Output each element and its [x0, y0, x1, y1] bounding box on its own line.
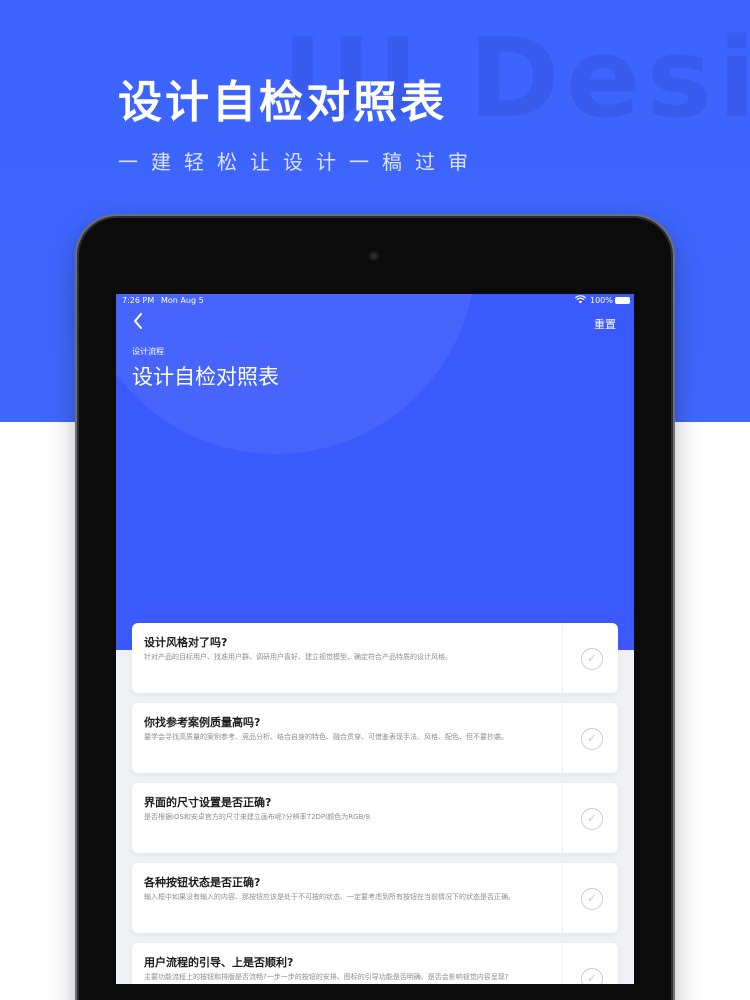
checklist-card[interactable]: 用户流程的引导、上是否顺利? 主要功能流程上的按钮和排版是否流畅?一步一步的按钮… [132, 943, 618, 984]
checklist-question: 各种按钮状态是否正确? [144, 876, 261, 889]
status-date: Mon Aug 5 [161, 296, 204, 305]
checklist-description: 要学会寻找高质量的案例参考、竞品分析、结合自身的特色、融合贯穿、可借鉴表现手法、… [144, 733, 508, 741]
check-circle-icon[interactable]: ✓ [581, 808, 603, 830]
checklist-question: 你找参考案例质量高吗? [144, 716, 261, 729]
hero-subtitle: 一建轻松让设计一稿过审 [118, 150, 481, 174]
checklist-question: 设计风格对了吗? [144, 636, 228, 649]
checklist-description: 是否根据iOS和安卓官方的尺寸来建立画布呢?分辨率72DPI颜色为RGB/8 [144, 813, 371, 821]
checklist-description: 针对产品的目标用户、找准用户群、调研用户喜好、建立视觉模型、确定符合产品特质的设… [144, 653, 452, 661]
status-time: 7:26 PM [122, 296, 155, 305]
screen-header-background [116, 294, 634, 650]
check-circle-icon[interactable]: ✓ [581, 648, 603, 670]
checklist-description: 输入框中如果没有输入的内容、那按钮应该是处于不可按的状态、一定要考虑到所有按钮在… [144, 893, 515, 901]
page-title: 设计自检对照表 [132, 365, 279, 389]
wifi-icon [574, 295, 587, 307]
status-bar: 7:26 PM Mon Aug 5 100% [116, 294, 634, 308]
breadcrumb: 设计流程 [132, 347, 164, 356]
camera-icon [369, 251, 379, 261]
back-button[interactable] [132, 312, 152, 334]
checklist: 设计风格对了吗? 针对产品的目标用户、找准用户群、调研用户喜好、建立视觉模型、确… [132, 623, 618, 984]
checklist-card[interactable]: 界面的尺寸设置是否正确? 是否根据iOS和安卓官方的尺寸来建立画布呢?分辨率72… [132, 783, 618, 853]
card-divider [562, 623, 563, 693]
check-circle-icon[interactable]: ✓ [581, 968, 603, 984]
card-divider [562, 863, 563, 933]
card-divider [562, 943, 563, 984]
checklist-card[interactable]: 各种按钮状态是否正确? 输入框中如果没有输入的内容、那按钮应该是处于不可按的状态… [132, 863, 618, 933]
chevron-left-icon [134, 313, 142, 329]
checklist-question: 用户流程的引导、上是否顺利? [144, 956, 294, 969]
checklist-question: 界面的尺寸设置是否正确? [144, 796, 272, 809]
app-screen: 7:26 PM Mon Aug 5 100% 重置 设计流程 设计自检对照表 设… [116, 294, 634, 984]
checklist-card[interactable]: 你找参考案例质量高吗? 要学会寻找高质量的案例参考、竞品分析、结合自身的特色、融… [132, 703, 618, 773]
reset-button[interactable]: 重置 [594, 316, 616, 332]
ipad-frame: 7:26 PM Mon Aug 5 100% 重置 设计流程 设计自检对照表 设… [79, 218, 671, 1000]
checklist-description: 主要功能流程上的按钮和排版是否流畅?一步一步的按钮的安排、图标的引导功能是否明确… [144, 973, 509, 981]
check-circle-icon[interactable]: ✓ [581, 888, 603, 910]
card-divider [562, 703, 563, 773]
check-circle-icon[interactable]: ✓ [581, 728, 603, 750]
battery-icon [615, 297, 630, 304]
card-divider [562, 783, 563, 853]
battery-percentage: 100% [590, 296, 613, 305]
hero-title: 设计自检对照表 [118, 77, 447, 128]
checklist-card[interactable]: 设计风格对了吗? 针对产品的目标用户、找准用户群、调研用户喜好、建立视觉模型、确… [132, 623, 618, 693]
